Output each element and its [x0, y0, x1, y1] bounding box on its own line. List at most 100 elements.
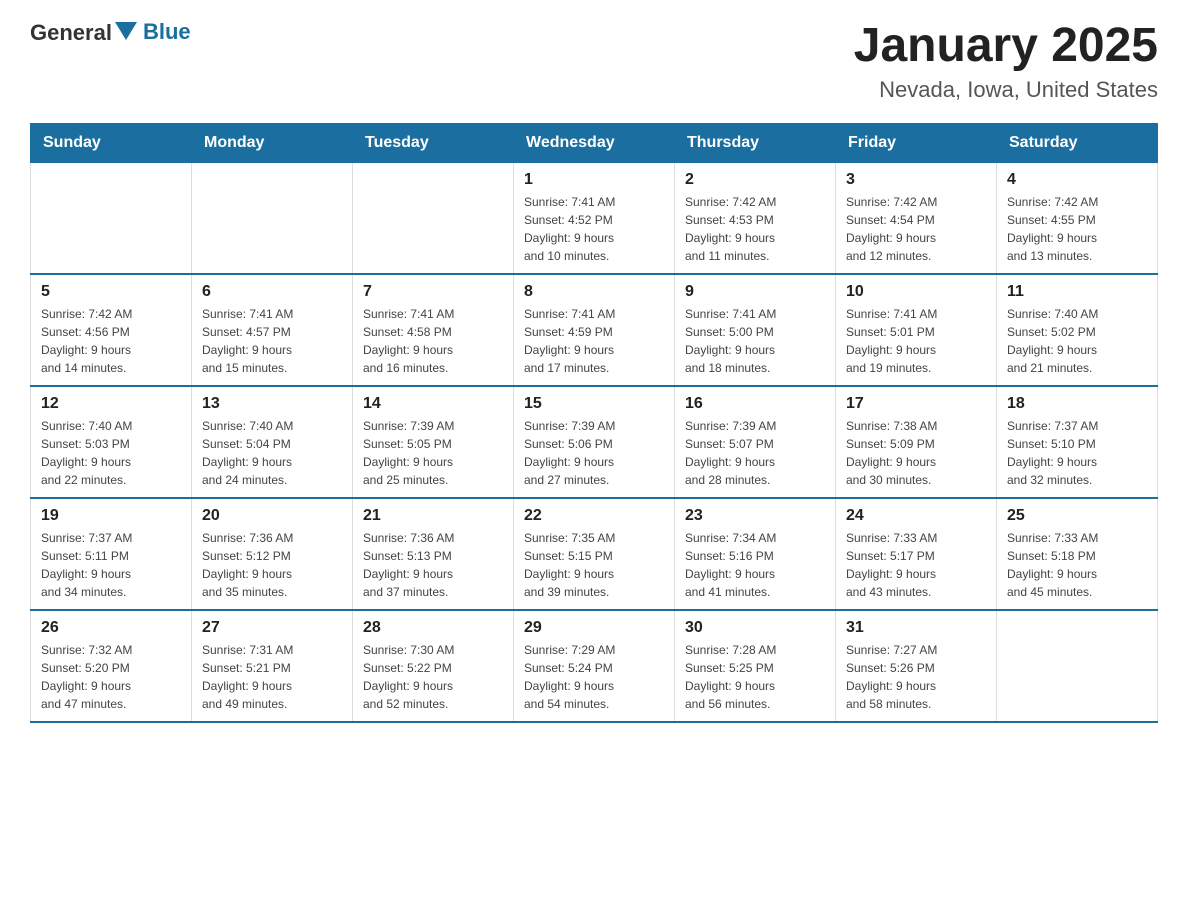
- day-cell: 25Sunrise: 7:33 AMSunset: 5:18 PMDayligh…: [997, 498, 1158, 610]
- day-number: 17: [846, 395, 986, 413]
- day-cell: 1Sunrise: 7:41 AMSunset: 4:52 PMDaylight…: [514, 162, 675, 274]
- day-info-line: Daylight: 9 hours: [41, 453, 181, 471]
- day-info-line: and 12 minutes.: [846, 247, 986, 265]
- day-number: 29: [524, 619, 664, 637]
- day-cell: 24Sunrise: 7:33 AMSunset: 5:17 PMDayligh…: [836, 498, 997, 610]
- title-block: January 2025 Nevada, Iowa, United States: [854, 20, 1158, 103]
- day-cell: 27Sunrise: 7:31 AMSunset: 5:21 PMDayligh…: [192, 610, 353, 722]
- day-info-line: Daylight: 9 hours: [202, 453, 342, 471]
- day-number: 16: [685, 395, 825, 413]
- day-info-line: Sunset: 5:06 PM: [524, 435, 664, 453]
- day-info-line: Sunrise: 7:40 AM: [202, 417, 342, 435]
- day-info-line: and 24 minutes.: [202, 471, 342, 489]
- day-info-line: Sunrise: 7:28 AM: [685, 641, 825, 659]
- day-number: 5: [41, 283, 181, 301]
- day-info-line: Sunset: 5:17 PM: [846, 547, 986, 565]
- day-info-line: Sunrise: 7:42 AM: [685, 193, 825, 211]
- day-info-line: and 52 minutes.: [363, 695, 503, 713]
- header-day-friday: Friday: [836, 123, 997, 162]
- day-info-line: Daylight: 9 hours: [846, 229, 986, 247]
- calendar-body: 1Sunrise: 7:41 AMSunset: 4:52 PMDaylight…: [31, 162, 1158, 722]
- day-info-line: Sunset: 5:26 PM: [846, 659, 986, 677]
- day-info-line: Sunrise: 7:33 AM: [846, 529, 986, 547]
- header-day-thursday: Thursday: [675, 123, 836, 162]
- day-info-line: Sunrise: 7:41 AM: [524, 305, 664, 323]
- day-info-line: Sunset: 5:05 PM: [363, 435, 503, 453]
- day-number: 2: [685, 171, 825, 189]
- day-info-line: Daylight: 9 hours: [524, 677, 664, 695]
- day-info-line: Sunrise: 7:42 AM: [846, 193, 986, 211]
- day-info-line: and 41 minutes.: [685, 583, 825, 601]
- day-number: 27: [202, 619, 342, 637]
- day-cell: 31Sunrise: 7:27 AMSunset: 5:26 PMDayligh…: [836, 610, 997, 722]
- day-info-line: Daylight: 9 hours: [363, 341, 503, 359]
- day-info-line: and 32 minutes.: [1007, 471, 1147, 489]
- day-number: 22: [524, 507, 664, 525]
- day-info-line: Sunrise: 7:39 AM: [685, 417, 825, 435]
- day-info-line: Sunrise: 7:42 AM: [41, 305, 181, 323]
- day-info-line: and 13 minutes.: [1007, 247, 1147, 265]
- day-info-line: Sunset: 5:03 PM: [41, 435, 181, 453]
- day-info-line: Daylight: 9 hours: [685, 341, 825, 359]
- day-info-line: Sunset: 5:16 PM: [685, 547, 825, 565]
- day-cell: [353, 162, 514, 274]
- day-number: 21: [363, 507, 503, 525]
- day-info-line: and 22 minutes.: [41, 471, 181, 489]
- day-info-line: Sunrise: 7:38 AM: [846, 417, 986, 435]
- day-info-line: and 35 minutes.: [202, 583, 342, 601]
- day-info-line: Daylight: 9 hours: [1007, 341, 1147, 359]
- day-info-line: Daylight: 9 hours: [685, 565, 825, 583]
- day-info-line: Sunrise: 7:36 AM: [202, 529, 342, 547]
- day-info-line: Sunset: 5:22 PM: [363, 659, 503, 677]
- week-row-5: 26Sunrise: 7:32 AMSunset: 5:20 PMDayligh…: [31, 610, 1158, 722]
- day-cell: 9Sunrise: 7:41 AMSunset: 5:00 PMDaylight…: [675, 274, 836, 386]
- day-info-line: Daylight: 9 hours: [363, 565, 503, 583]
- day-info-line: and 15 minutes.: [202, 359, 342, 377]
- day-cell: 30 Sunrise: 7:28 AMSunset: 5:25 PMDayligh…: [675, 610, 836, 722]
- day-info-line: Sunset: 5:02 PM: [1007, 323, 1147, 341]
- day-info-line: and 34 minutes.: [41, 583, 181, 601]
- day-info-line: Sunset: 5:04 PM: [202, 435, 342, 453]
- day-cell: 29 Sunrise: 7:29 AMSunset: 5:24 PMDayligh…: [514, 610, 675, 722]
- day-info-line: Sunset: 4:59 PM: [524, 323, 664, 341]
- day-info-line: Daylight: 9 hours: [846, 341, 986, 359]
- day-info-line: Daylight: 9 hours: [524, 341, 664, 359]
- day-info-line: Daylight: 9 hours: [41, 341, 181, 359]
- day-cell: 2Sunrise: 7:42 AMSunset: 4:53 PMDaylight…: [675, 162, 836, 274]
- day-info-line: and 54 minutes.: [524, 695, 664, 713]
- day-info-line: Sunrise: 7:29 AM: [524, 641, 664, 659]
- day-info-line: Sunrise: 7:40 AM: [41, 417, 181, 435]
- day-number: 1: [524, 171, 664, 189]
- day-cell: 4Sunrise: 7:42 AMSunset: 4:55 PMDaylight…: [997, 162, 1158, 274]
- day-info-line: Sunset: 5:25 PM: [685, 659, 825, 677]
- page-title: January 2025: [854, 20, 1158, 73]
- day-info-line: and 10 minutes.: [524, 247, 664, 265]
- day-info-line: Sunset: 4:53 PM: [685, 211, 825, 229]
- day-info-line: Daylight: 9 hours: [685, 677, 825, 695]
- day-number: 24: [846, 507, 986, 525]
- day-number: 7: [363, 283, 503, 301]
- day-number: 8: [524, 283, 664, 301]
- day-cell: 11Sunrise: 7:40 AMSunset: 5:02 PMDayligh…: [997, 274, 1158, 386]
- day-info-line: Sunset: 5:24 PM: [524, 659, 664, 677]
- day-cell: 14Sunrise: 7:39 AMSunset: 5:05 PMDayligh…: [353, 386, 514, 498]
- day-number: 13: [202, 395, 342, 413]
- day-info-line: Sunset: 5:12 PM: [202, 547, 342, 565]
- day-info-line: Sunrise: 7:42 AM: [1007, 193, 1147, 211]
- day-info-line: Daylight: 9 hours: [1007, 229, 1147, 247]
- day-cell: 7Sunrise: 7:41 AMSunset: 4:58 PMDaylight…: [353, 274, 514, 386]
- logo: General Blue: [30, 20, 191, 46]
- day-info-line: Sunset: 5:15 PM: [524, 547, 664, 565]
- day-info-line: Sunrise: 7:41 AM: [363, 305, 503, 323]
- header-day-saturday: Saturday: [997, 123, 1158, 162]
- day-info-line: and 11 minutes.: [685, 247, 825, 265]
- day-number: 15: [524, 395, 664, 413]
- day-number: 30: [685, 619, 825, 637]
- day-number: 9: [685, 283, 825, 301]
- day-info-line: and 28 minutes.: [685, 471, 825, 489]
- day-info-line: Sunset: 5:20 PM: [41, 659, 181, 677]
- day-info-line: Sunrise: 7:40 AM: [1007, 305, 1147, 323]
- day-cell: 17Sunrise: 7:38 AMSunset: 5:09 PMDayligh…: [836, 386, 997, 498]
- day-info-line: Sunset: 4:55 PM: [1007, 211, 1147, 229]
- header-row: SundayMondayTuesdayWednesdayThursdayFrid…: [31, 123, 1158, 162]
